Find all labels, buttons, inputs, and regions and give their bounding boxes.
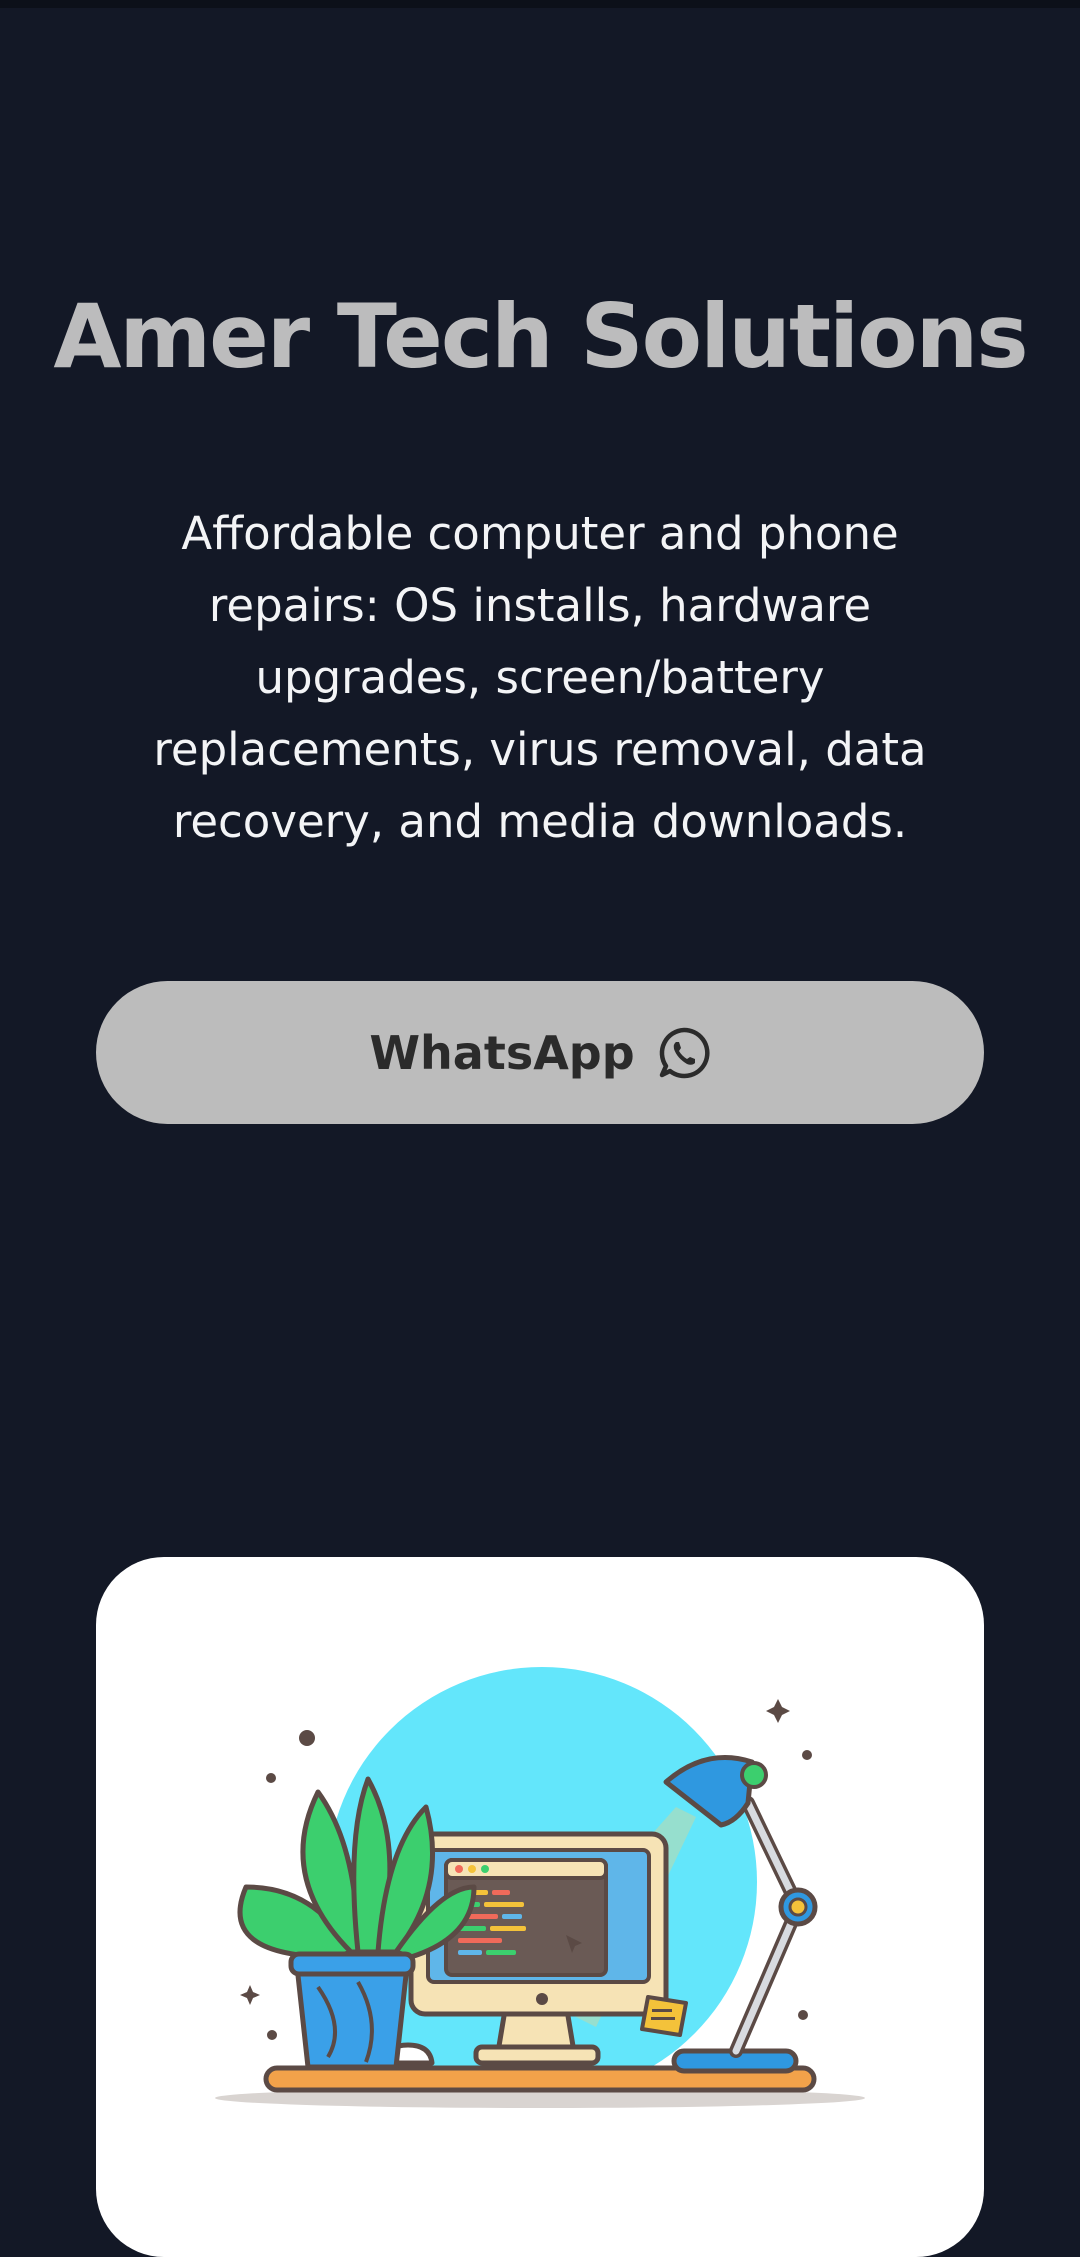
whatsapp-button[interactable]: WhatsApp <box>96 981 984 1124</box>
top-status-strip <box>0 0 1080 8</box>
whatsapp-icon <box>657 1026 711 1080</box>
whatsapp-button-label: WhatsApp <box>369 1025 635 1080</box>
page-title: Amer Tech Solutions <box>53 285 1028 388</box>
computer-desk-illustration <box>215 1667 865 2108</box>
hero-description: Affordable computer and phone repairs: O… <box>153 507 927 848</box>
illustration-card <box>96 1557 984 2257</box>
